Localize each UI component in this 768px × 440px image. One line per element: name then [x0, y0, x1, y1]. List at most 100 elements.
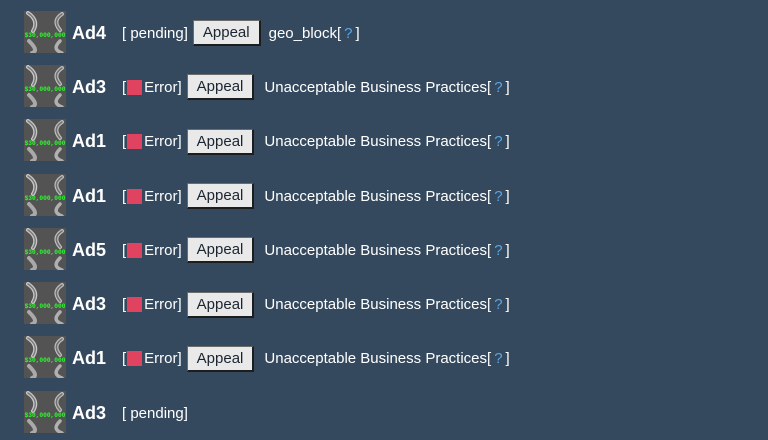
help-link: [?]: [487, 188, 510, 205]
status-bracket: [: [122, 350, 127, 368]
help-bracket-close: ]: [505, 296, 510, 314]
status-bracket: [: [122, 296, 127, 314]
rejection-reason: Unacceptable Business Practices: [264, 350, 488, 368]
svg-text:$30,000,000: $30,000,000: [25, 86, 66, 93]
status-bracket: [: [122, 133, 127, 151]
help-bracket-open: [: [487, 241, 492, 259]
appeal-button[interactable]: Appeal: [186, 345, 255, 372]
help-link: [?]: [487, 242, 510, 259]
status-text: Error]: [144, 241, 182, 259]
status-error: [ Error]: [122, 296, 182, 313]
status-text: Error]: [144, 296, 182, 314]
ad-row: $30,000,000 Ad4 [ pending] Appeal geo_bl…: [24, 6, 764, 60]
help-question-icon[interactable]: ?: [494, 79, 502, 96]
help-bracket-open: [: [487, 350, 492, 368]
help-bracket-close: ]: [355, 24, 360, 42]
status-bracket: [: [122, 187, 127, 205]
error-square-icon: [127, 134, 143, 150]
status-error: [ Error]: [122, 242, 182, 259]
status-text: Error]: [144, 78, 182, 96]
status-error: [ Error]: [122, 350, 182, 367]
ad-row: $30,000,000 Ad1 [ Error] Appeal Unaccepta…: [24, 115, 764, 169]
status-text: Error]: [144, 133, 182, 151]
help-link: [?]: [487, 79, 510, 96]
ad-row: $30,000,000 Ad1 [ Error] Appeal Unaccepta…: [24, 169, 764, 223]
status-text: Error]: [144, 187, 182, 205]
ad-name: Ad4: [72, 22, 107, 43]
ad-row: $30,000,000 Ad3 [ Error] Appeal Unaccepta…: [24, 60, 764, 114]
rejection-reason: Unacceptable Business Practices: [264, 133, 488, 151]
ad-row: $30,000,000 Ad3 [ Error] Appeal Unaccepta…: [24, 277, 764, 331]
help-bracket-close: ]: [505, 350, 510, 368]
appeal-button[interactable]: Appeal: [192, 20, 261, 47]
help-bracket-close: ]: [505, 78, 510, 96]
svg-text:$30,000,000: $30,000,000: [25, 140, 66, 147]
svg-text:$30,000,000: $30,000,000: [25, 357, 66, 364]
help-link: [?]: [487, 350, 510, 367]
ad-name: Ad1: [72, 348, 107, 369]
status-text: Error]: [144, 350, 182, 368]
svg-text:$30,000,000: $30,000,000: [25, 249, 66, 256]
error-square-icon: [127, 242, 143, 258]
ad-thumbnail-icon: $30,000,000: [24, 173, 66, 216]
help-bracket-open: [: [337, 24, 342, 42]
help-link: [?]: [487, 296, 510, 313]
help-question-icon[interactable]: ?: [494, 188, 502, 205]
ad-row: $30,000,000 Ad5 [ Error] Appeal Unaccepta…: [24, 223, 764, 277]
help-question-icon[interactable]: ?: [494, 296, 502, 313]
rejection-reason: Unacceptable Business Practices: [264, 78, 488, 96]
ad-thumbnail-icon: $30,000,000: [24, 10, 66, 53]
error-square-icon: [127, 351, 143, 367]
help-question-icon[interactable]: ?: [494, 242, 502, 259]
appeal-button[interactable]: Appeal: [186, 237, 255, 264]
status-error: [ Error]: [122, 79, 182, 96]
status-pending: [ pending]: [122, 24, 188, 42]
rejection-reason: Unacceptable Business Practices: [264, 187, 488, 205]
svg-text:$30,000,000: $30,000,000: [25, 195, 66, 202]
help-bracket-close: ]: [505, 133, 510, 151]
ad-row: $30,000,000 Ad3 [ pending]: [24, 386, 764, 440]
ad-name: Ad3: [72, 294, 107, 315]
ad-thumbnail-icon: $30,000,000: [24, 336, 66, 379]
ad-thumbnail-icon: $30,000,000: [24, 119, 66, 162]
status-pending: [ pending]: [122, 404, 188, 422]
rejection-reason: geo_block: [268, 24, 337, 42]
ad-thumbnail-icon: $30,000,000: [24, 390, 66, 433]
ad-name: Ad5: [72, 239, 107, 260]
svg-text:$30,000,000: $30,000,000: [25, 412, 66, 419]
error-square-icon: [127, 188, 143, 204]
status-bracket: [: [122, 241, 127, 259]
ad-thumbnail-icon: $30,000,000: [24, 227, 66, 270]
ad-name: Ad1: [72, 185, 107, 206]
help-link: [?]: [487, 133, 510, 150]
help-bracket-open: [: [487, 187, 492, 205]
svg-text:$30,000,000: $30,000,000: [25, 32, 66, 39]
help-bracket-open: [: [487, 133, 492, 151]
appeal-button[interactable]: Appeal: [186, 291, 255, 318]
rejection-reason: Unacceptable Business Practices: [264, 296, 488, 314]
error-square-icon: [127, 79, 143, 95]
svg-text:$30,000,000: $30,000,000: [25, 303, 66, 310]
help-bracket-close: ]: [505, 241, 510, 259]
help-bracket-close: ]: [505, 187, 510, 205]
ad-name: Ad3: [72, 76, 107, 97]
status-bracket: [: [122, 78, 127, 96]
help-question-icon[interactable]: ?: [494, 350, 502, 367]
ad-thumbnail-icon: $30,000,000: [24, 282, 66, 325]
help-bracket-open: [: [487, 78, 492, 96]
ad-row: $30,000,000 Ad1 [ Error] Appeal Unaccepta…: [24, 332, 764, 386]
help-link: [?]: [337, 25, 360, 42]
appeal-button[interactable]: Appeal: [186, 74, 255, 101]
help-bracket-open: [: [487, 296, 492, 314]
status-error: [ Error]: [122, 188, 182, 205]
help-question-icon[interactable]: ?: [494, 133, 502, 150]
ad-list: $30,000,000 Ad4 [ pending] Appeal geo_bl…: [24, 6, 764, 440]
ad-name: Ad1: [72, 131, 107, 152]
help-question-icon[interactable]: ?: [344, 25, 352, 42]
status-error: [ Error]: [122, 133, 182, 150]
error-square-icon: [127, 297, 143, 313]
appeal-button[interactable]: Appeal: [186, 183, 255, 210]
appeal-button[interactable]: Appeal: [186, 128, 255, 155]
ad-thumbnail-icon: $30,000,000: [24, 64, 66, 107]
rejection-reason: Unacceptable Business Practices: [264, 241, 488, 259]
